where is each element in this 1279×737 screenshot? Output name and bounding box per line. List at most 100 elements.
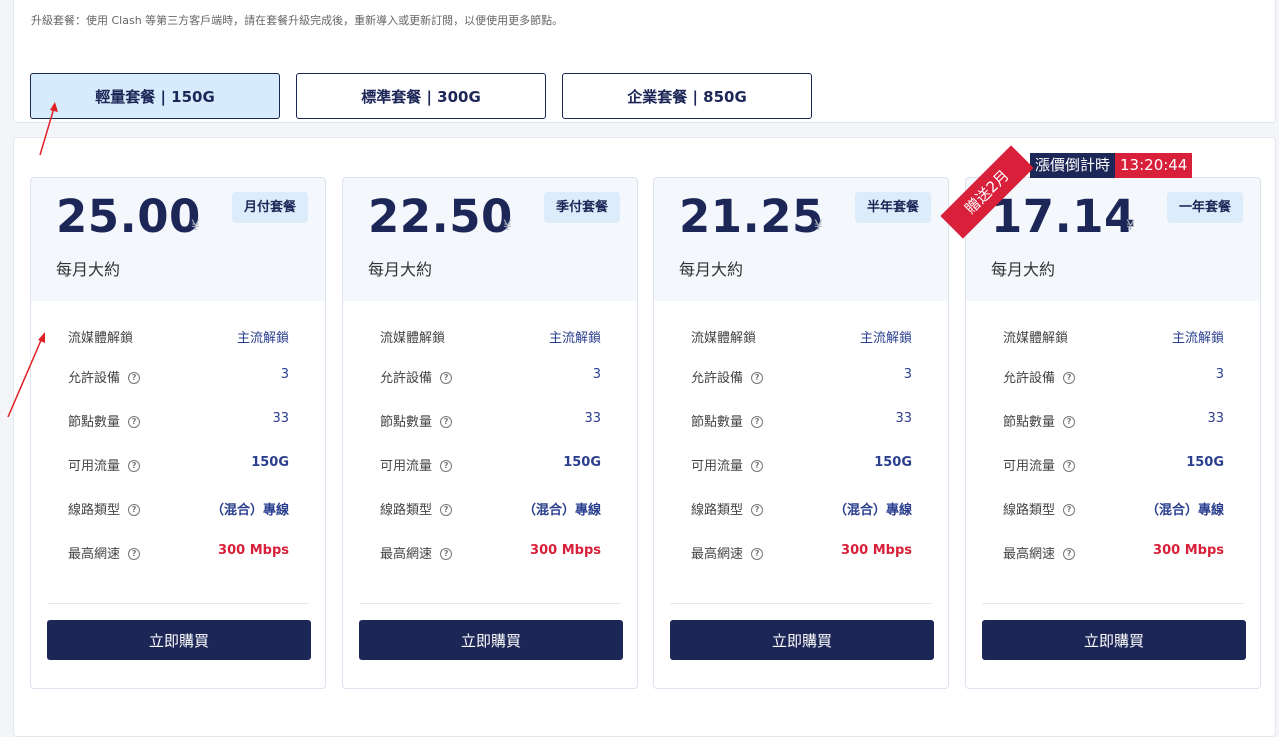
feature-label-text: 流媒體解鎖 xyxy=(68,331,134,346)
feature-label-text: 線路類型 xyxy=(68,503,121,518)
help-icon[interactable]: ? xyxy=(751,372,764,384)
feature-label: 可用流量? xyxy=(380,455,453,474)
feature-row: 可用流量? 150G xyxy=(691,455,912,477)
per-month-label: 每月大約 xyxy=(679,260,744,279)
feature-row: 最高網速? 300 Mbps xyxy=(691,543,912,565)
plan-card: 21.25 ¥ 每月大約 半年套餐 流媒體解鎖 主流解鎖 允許設備? 3 節點數量? 33 可用流量… xyxy=(653,177,949,689)
feature-label-text: 可用流量 xyxy=(68,459,121,474)
upgrade-note: 升級套餐：使用 Clash 等第三方客戶端時，請在套餐升級完成後，重新導入或更新… xyxy=(31,14,564,27)
card-divider xyxy=(982,603,1244,604)
feature-label-text: 可用流量 xyxy=(380,459,433,474)
red-arrow-annotation xyxy=(7,332,45,418)
help-icon[interactable]: ? xyxy=(1063,372,1076,384)
help-icon[interactable]: ? xyxy=(128,372,141,384)
card-divider xyxy=(670,603,932,604)
feature-row: 可用流量? 150G xyxy=(68,455,289,477)
feature-label: 節點數量? xyxy=(380,411,453,430)
feature-label: 流媒體解鎖 xyxy=(1003,327,1068,346)
feature-label-text: 節點數量 xyxy=(1003,415,1056,430)
feature-row: 允許設備? 3 xyxy=(1003,367,1224,389)
feature-value: （混合）專線 xyxy=(833,503,912,518)
feature-label: 節點數量? xyxy=(691,411,764,430)
feature-label-text: 最高網速 xyxy=(1003,547,1056,562)
feature-label: 最高網速? xyxy=(68,543,141,562)
feature-label-text: 流媒體解鎖 xyxy=(691,331,757,346)
feature-label-text: 節點數量 xyxy=(68,415,121,430)
feature-label-text: 線路類型 xyxy=(380,503,433,518)
feature-row: 節點數量? 33 xyxy=(1003,411,1224,433)
feature-label: 流媒體解鎖 xyxy=(68,327,133,346)
card-divider xyxy=(359,603,621,604)
feature-row: 可用流量? 150G xyxy=(1003,455,1224,477)
help-icon[interactable]: ? xyxy=(751,504,764,516)
plan-price: 17.14 xyxy=(991,190,1136,243)
help-icon[interactable]: ? xyxy=(128,548,141,560)
feature-label-text: 允許設備 xyxy=(380,371,433,386)
feature-label-text: 節點數量 xyxy=(691,415,744,430)
help-icon[interactable]: ? xyxy=(1063,548,1076,560)
per-month-label: 每月大約 xyxy=(368,260,433,279)
feature-label-text: 允許設備 xyxy=(68,371,121,386)
plan-price: 25.00 xyxy=(56,190,201,243)
help-icon[interactable]: ? xyxy=(751,416,764,428)
help-icon[interactable]: ? xyxy=(440,460,453,472)
feature-row: 線路類型? （混合）專線 xyxy=(380,499,601,521)
feature-label-text: 允許設備 xyxy=(691,371,744,386)
feature-label: 可用流量? xyxy=(691,455,764,474)
card-divider xyxy=(47,603,309,604)
feature-row: 最高網速? 300 Mbps xyxy=(1003,543,1224,565)
feature-value: 主流解鎖 xyxy=(548,331,601,346)
tier-standard-button[interactable]: 標準套餐 | 300G xyxy=(296,73,546,119)
feature-label: 可用流量? xyxy=(1003,455,1076,474)
feature-label: 允許設備? xyxy=(380,367,453,386)
help-icon[interactable]: ? xyxy=(1063,460,1076,472)
feature-label-text: 最高網速 xyxy=(68,547,121,562)
feature-row: 節點數量? 33 xyxy=(68,411,289,433)
feature-label-text: 最高網速 xyxy=(691,547,744,562)
help-icon[interactable]: ? xyxy=(440,548,453,560)
feature-label: 允許設備? xyxy=(68,367,141,386)
feature-row: 最高網速? 300 Mbps xyxy=(380,543,601,565)
per-month-label: 每月大約 xyxy=(991,260,1056,279)
buy-now-button[interactable]: 立即購買 xyxy=(982,620,1246,660)
feature-value: 300 Mbps xyxy=(1153,543,1224,558)
feature-label-text: 節點數量 xyxy=(380,415,433,430)
help-icon[interactable]: ? xyxy=(128,460,141,472)
help-icon[interactable]: ? xyxy=(751,460,764,472)
feature-value: 33 xyxy=(895,411,912,426)
buy-now-button[interactable]: 立即購買 xyxy=(47,620,311,660)
help-icon[interactable]: ? xyxy=(1063,504,1076,516)
plan-period-badge: 一年套餐 xyxy=(1166,192,1243,223)
help-icon[interactable]: ? xyxy=(440,504,453,516)
feature-label-text: 線路類型 xyxy=(1003,503,1056,518)
plan-period-badge: 月付套餐 xyxy=(231,192,308,223)
countdown-label: 漲價倒計時 xyxy=(1030,153,1116,178)
help-icon[interactable]: ? xyxy=(1063,416,1076,428)
buy-now-button[interactable]: 立即購買 xyxy=(359,620,623,660)
feature-value: 主流解鎖 xyxy=(859,331,912,346)
feature-label-text: 流媒體解鎖 xyxy=(380,331,446,346)
plan-price: 22.50 xyxy=(368,190,513,243)
help-icon[interactable]: ? xyxy=(128,504,141,516)
feature-label: 最高網速? xyxy=(380,543,453,562)
feature-row: 線路類型? （混合）專線 xyxy=(1003,499,1224,521)
plan-card-header: 17.14 ¥ 每月大約 一年套餐 xyxy=(966,178,1260,301)
buy-now-button[interactable]: 立即購買 xyxy=(670,620,934,660)
feature-value: 33 xyxy=(584,411,601,426)
countdown-timer: 13:20:44 xyxy=(1115,153,1193,178)
tier-enterprise-button[interactable]: 企業套餐 | 850G xyxy=(562,73,812,119)
feature-value: 3 xyxy=(592,367,601,382)
help-icon[interactable]: ? xyxy=(440,372,453,384)
plan-period-badge: 季付套餐 xyxy=(543,192,620,223)
currency-symbol: ¥ xyxy=(1126,218,1135,234)
feature-value: 150G xyxy=(563,455,601,470)
help-icon[interactable]: ? xyxy=(128,416,141,428)
help-icon[interactable]: ? xyxy=(440,416,453,428)
feature-row: 流媒體解鎖 主流解鎖 xyxy=(1003,327,1224,349)
help-icon[interactable]: ? xyxy=(751,548,764,560)
tier-lite-button[interactable]: 輕量套餐 | 150G xyxy=(30,73,280,119)
plan-card: 22.50 ¥ 每月大約 季付套餐 流媒體解鎖 主流解鎖 允許設備? 3 節點數量? 33 可用流量… xyxy=(342,177,638,689)
feature-value: 150G xyxy=(874,455,912,470)
plan-card: 25.00 ¥ 每月大約 月付套餐 流媒體解鎖 主流解鎖 允許設備? 3 節點數量? 33 可用流量… xyxy=(30,177,326,689)
feature-value: 33 xyxy=(1207,411,1224,426)
